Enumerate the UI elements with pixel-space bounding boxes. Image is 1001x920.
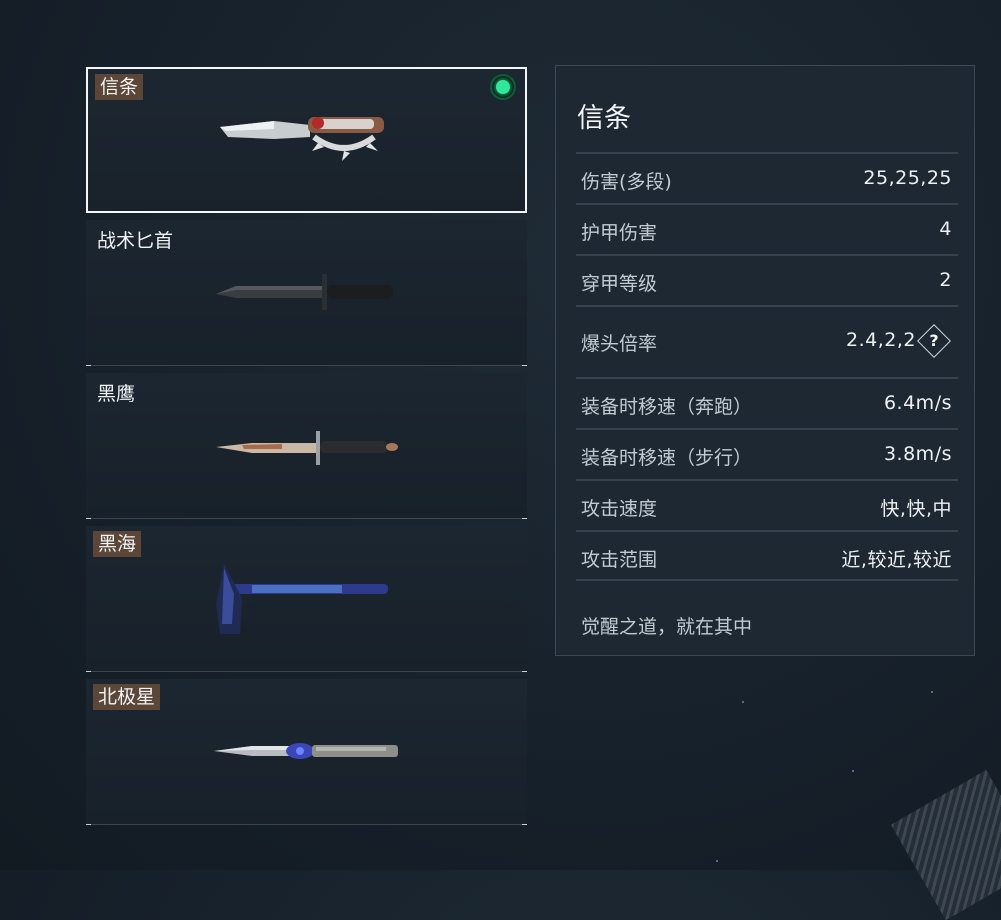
stat-label: 攻击速度 <box>581 498 658 520</box>
background-speck <box>852 770 854 772</box>
stat-label: 攻击范围 <box>581 549 658 571</box>
stat-label: 伤害(多段) <box>581 171 672 193</box>
polaris-knife-icon <box>214 743 398 759</box>
weapon-card-black-hawk[interactable]: 黑鹰 <box>86 373 527 519</box>
stat-value: 快,快,中 <box>880 498 952 520</box>
equipped-indicator-icon <box>490 74 516 100</box>
stat-row-attack-range: 攻击范围 近,较近,较近 <box>576 530 958 581</box>
help-icon[interactable]: ? <box>917 324 951 358</box>
stat-value: 2 <box>939 269 952 291</box>
stats-title: 信条 <box>577 103 631 134</box>
black-sea-axe-icon <box>216 564 388 634</box>
stat-value: 3.8m/s <box>883 443 952 465</box>
stat-label: 护甲伤害 <box>581 222 658 244</box>
weapon-card-polaris[interactable]: 北极星 <box>86 679 527 825</box>
stat-value: 6.4m/s <box>883 392 952 414</box>
corner-decoration <box>890 769 1001 920</box>
weapon-name: 北极星 <box>93 684 161 710</box>
stat-row-penetration: 穿甲等级 2 <box>576 254 958 305</box>
background-speck <box>742 701 744 703</box>
stat-row-attack-speed: 攻击速度 快,快,中 <box>576 479 958 530</box>
tactical-dagger-icon <box>216 274 393 310</box>
stat-label: 装备时移速（步行） <box>581 447 753 469</box>
help-icon-glyph: ? <box>929 331 939 350</box>
stat-row-headshot-multiplier: 爆头倍率 2.4,2,2 ? <box>576 305 958 377</box>
background-speck <box>931 691 933 693</box>
weapon-card-creed[interactable]: 信条 <box>86 67 527 213</box>
weapon-name: 黑鹰 <box>97 383 136 405</box>
background-speck <box>716 860 718 862</box>
weapon-card-black-sea[interactable]: 黑海 <box>86 526 527 672</box>
stat-label: 装备时移速（奔跑） <box>581 396 753 418</box>
weapon-stats-panel: 信条 伤害(多段) 25,25,25 护甲伤害 4 穿甲等级 2 爆头倍率 2.… <box>555 65 975 656</box>
stat-value: 近,较近,较近 <box>841 549 952 571</box>
stat-row-run-speed: 装备时移速（奔跑） 6.4m/s <box>576 377 958 428</box>
stat-label: 爆头倍率 <box>581 333 658 355</box>
stat-value: 25,25,25 <box>863 167 952 189</box>
stat-value: 2.4,2,2 <box>846 329 916 351</box>
weapon-list: 信条 战术匕首 黑鹰 黑海 北极星 <box>86 67 527 832</box>
stat-row-damage: 伤害(多段) 25,25,25 <box>576 152 958 203</box>
stat-row-armor-damage: 护甲伤害 4 <box>576 203 958 254</box>
stat-row-walk-speed: 装备时移速（步行） 3.8m/s <box>576 428 958 479</box>
weapon-name: 黑海 <box>93 531 142 557</box>
stat-label: 穿甲等级 <box>581 273 658 295</box>
black-hawk-dagger-icon <box>216 431 398 465</box>
stat-value: 4 <box>939 218 952 240</box>
weapon-name: 信条 <box>95 74 144 100</box>
weapon-card-tactical-dagger[interactable]: 战术匕首 <box>86 220 527 366</box>
stats-rows: 伤害(多段) 25,25,25 护甲伤害 4 穿甲等级 2 爆头倍率 2.4,2… <box>576 152 958 581</box>
creed-knuckle-knife-icon <box>220 117 384 161</box>
weapon-description: 觉醒之道，就在其中 <box>581 616 753 638</box>
weapon-name: 战术匕首 <box>97 230 174 252</box>
